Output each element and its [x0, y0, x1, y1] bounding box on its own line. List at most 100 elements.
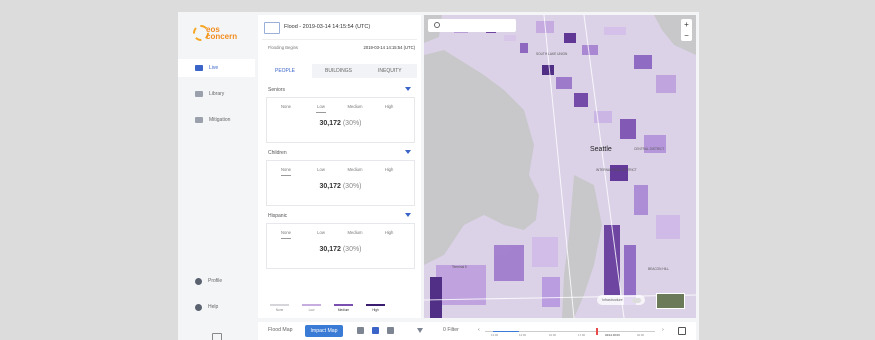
legend-swatch-low — [302, 304, 321, 306]
panel-tabs: PEOPLE BUILDINGS INEQUITY — [262, 64, 417, 78]
legend-swatch-high — [366, 304, 385, 306]
eos-concern-logo[interactable]: eos concern — [191, 20, 239, 46]
level-none[interactable]: None — [274, 230, 298, 235]
value-percent: (30%) — [342, 246, 362, 253]
impact-panel: Flood - 2019-03-14 14:15:54 (UTC) Floodi… — [258, 15, 421, 318]
map-canvas — [424, 15, 696, 318]
map-view[interactable]: + − Seattle SOUTH LAKE UNION INTERNATION… — [424, 15, 696, 318]
level-none[interactable]: None — [274, 167, 298, 172]
filter-icon[interactable] — [405, 87, 411, 91]
level-low[interactable]: Low — [309, 104, 333, 109]
map-neighborhood-label: CENTRAL DISTRICT — [634, 147, 665, 151]
level-medium[interactable]: Medium — [343, 230, 367, 235]
app-window: eos concern Live Library Mitigation Prof… — [178, 12, 699, 340]
sidebar-item-mitigation[interactable]: Mitigation — [178, 111, 255, 129]
timeline-tick: 14:00 — [519, 333, 526, 337]
level-medium[interactable]: Medium — [343, 167, 367, 172]
legend-label: None — [275, 308, 284, 312]
value-number: 30,172 — [319, 246, 341, 253]
sidebar-item-label: Library — [209, 91, 225, 97]
map-neighborhood-label: BEACON HILL — [648, 267, 670, 271]
zoom-in-button[interactable]: + — [681, 19, 692, 30]
timeline-prev-button[interactable]: ‹ — [478, 327, 480, 333]
section-title: Hispanic — [268, 213, 288, 219]
timeline-tick: 04/12 00:00 — [605, 333, 620, 337]
live-icon — [195, 65, 203, 71]
section-children: Children None Low Medium High 30,172 (30… — [262, 150, 417, 206]
section-value: 30,172 (30%) — [267, 183, 414, 190]
flood-map-button[interactable]: Flood Map — [268, 327, 293, 333]
sidebar-item-library[interactable]: Library — [178, 85, 255, 103]
legend-label: Low — [308, 308, 315, 312]
selected-level-indicator — [316, 112, 326, 113]
filter-icon[interactable] — [417, 328, 423, 333]
sidebar-item-live[interactable]: Live — [178, 59, 255, 77]
legend-swatch-none — [270, 304, 289, 306]
search-icon — [434, 22, 440, 28]
tab-inequity[interactable]: INEQUITY — [378, 68, 402, 74]
impact-map-button[interactable]: Impact Map — [305, 325, 343, 337]
timeline-tick: 17:00 — [578, 333, 585, 337]
legend-label: Medium — [337, 308, 350, 312]
timeline-progress — [493, 331, 519, 332]
tab-people[interactable]: PEOPLE — [275, 68, 295, 74]
map-neighborhood-label: INTERNATIONAL DISTRICT — [596, 168, 637, 172]
timeline-tick: 16:00 — [549, 333, 556, 337]
filter-count[interactable]: 0 Filter — [443, 327, 459, 333]
flood-header[interactable]: Flood - 2019-03-14 14:15:54 (UTC) — [262, 19, 417, 40]
mitigation-icon — [195, 117, 203, 123]
layer-icon-3[interactable] — [387, 327, 394, 334]
sidebar-item-label: Live — [209, 65, 219, 71]
logo-text-line2: concern — [206, 32, 238, 41]
bottom-toolbar: Flood Map Impact Map 0 Filter ‹ 13:00 14… — [258, 322, 696, 340]
sidebar-item-label: Mitigation — [209, 117, 231, 123]
map-place-label: Terminal 5 — [452, 265, 467, 269]
timeline-tick: 13:00 — [491, 333, 498, 337]
section-card: None Low Medium High 30,172 (30%) — [266, 97, 415, 143]
severity-legend: None Low Medium High — [264, 304, 414, 316]
value-number: 30,172 — [319, 120, 341, 127]
fullscreen-icon[interactable] — [678, 327, 686, 335]
layer-icon-2[interactable] — [372, 327, 379, 334]
sidebar-item-label: Help — [208, 304, 219, 310]
timeline-tick: 02:00 — [637, 333, 644, 337]
library-icon — [195, 91, 203, 97]
filter-icon[interactable] — [405, 150, 411, 154]
value-percent: (30%) — [342, 120, 362, 127]
selected-level-indicator — [281, 238, 291, 239]
satellite-layer-button[interactable] — [656, 293, 685, 309]
timeline-next-button[interactable]: › — [662, 327, 664, 333]
timeline-current-marker[interactable] — [596, 328, 598, 335]
flood-thumbnail-icon — [264, 22, 280, 34]
level-none[interactable]: None — [274, 104, 298, 109]
timeline-slider[interactable]: 13:00 14:00 16:00 17:00 04/12 00:00 02:0… — [485, 328, 655, 337]
level-low[interactable]: Low — [309, 230, 333, 235]
toggle-switch[interactable] — [632, 298, 641, 303]
map-neighborhood-label: SOUTH LAKE UNION — [536, 52, 568, 56]
level-low[interactable]: Low — [309, 167, 333, 172]
legend-swatch-medium — [334, 304, 353, 306]
profile-icon — [195, 277, 202, 285]
map-search-input[interactable] — [428, 19, 516, 32]
infrastructure-label: Infrastructure — [602, 298, 623, 302]
flooding-begins-label: Flooding Begins — [268, 45, 299, 50]
level-high[interactable]: High — [377, 104, 401, 109]
filter-icon[interactable] — [405, 213, 411, 217]
layer-icon-1[interactable] — [357, 327, 364, 334]
value-number: 30,172 — [319, 183, 341, 190]
map-city-label: Seattle — [590, 146, 612, 153]
level-medium[interactable]: Medium — [343, 104, 367, 109]
sidebar-item-label: Profile — [208, 278, 223, 284]
tab-buildings[interactable]: BUILDINGS — [325, 68, 352, 74]
logout-icon[interactable] — [212, 333, 222, 340]
infrastructure-toggle[interactable]: Infrastructure — [597, 295, 645, 305]
section-card: None Low Medium High 30,172 (30%) — [266, 223, 415, 269]
flood-title: Flood - 2019-03-14 14:15:54 (UTC) — [284, 24, 371, 30]
sidebar-item-help[interactable]: Help — [178, 298, 255, 316]
zoom-out-button[interactable]: − — [681, 30, 692, 41]
sidebar-item-profile[interactable]: Profile — [178, 272, 255, 290]
section-seniors: Seniors None Low Medium High 30,172 (30%… — [262, 87, 417, 143]
level-high[interactable]: High — [377, 230, 401, 235]
section-value: 30,172 (30%) — [267, 246, 414, 253]
level-high[interactable]: High — [377, 167, 401, 172]
